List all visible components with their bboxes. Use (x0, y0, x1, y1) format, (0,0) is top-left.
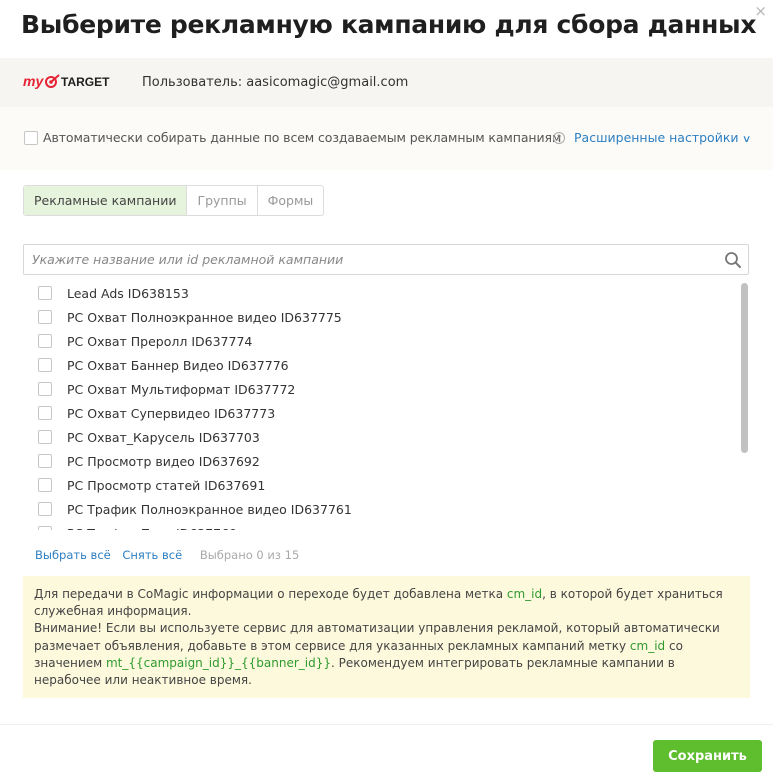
close-icon[interactable]: × (754, 2, 767, 20)
tab-campaigns[interactable]: Рекламные кампании (24, 186, 187, 215)
dialog-title: Выберите рекламную кампанию для сбора да… (21, 10, 757, 39)
advanced-settings-label: Расширенные настройки (574, 130, 739, 145)
notice-text: Для передачи в CoMagic информации о пере… (34, 587, 507, 601)
scrollbar-thumb[interactable] (741, 283, 748, 453)
entity-tabs: Рекламные кампании Группы Формы (23, 185, 325, 216)
notice-code: cm_id (506, 587, 543, 601)
campaign-label[interactable]: PC Трафик Полноэкранное видео ID637761 (67, 502, 352, 517)
footer-divider (0, 724, 773, 725)
campaign-label[interactable]: PC Охват Мультиформат ID637772 (67, 382, 295, 397)
mytarget-logo: my TARGET (23, 73, 110, 89)
campaign-checkbox[interactable] (38, 334, 52, 348)
deselect-all-link[interactable]: Снять всё (122, 548, 182, 562)
info-notice: Для передачи в CoMagic информации о пере… (23, 576, 750, 698)
auto-collect-row: Автоматически собирать данные по всем со… (0, 107, 773, 170)
selection-counter: Выбрано 0 из 15 (199, 548, 300, 562)
campaign-checkbox[interactable] (38, 502, 52, 516)
list-scrollbar[interactable] (739, 281, 749, 530)
help-icon[interactable]: ? (553, 132, 565, 144)
campaign-checkbox[interactable] (38, 454, 52, 468)
notice-paragraph-1: Для передачи в CoMagic информации о пере… (34, 586, 739, 620)
logo-text: TARGET (61, 75, 110, 89)
notice-text: Внимание! Если вы используете сервис для… (34, 621, 720, 653)
search-icon[interactable] (724, 251, 742, 269)
chevron-down-icon: ∨ (741, 134, 751, 145)
campaign-checkbox[interactable] (38, 382, 52, 396)
search-input[interactable] (24, 245, 712, 274)
user-label: Пользователь: aasicomagic@gmail.com (142, 75, 409, 90)
campaign-checkbox[interactable] (38, 358, 52, 372)
campaign-label[interactable]: PC Охват Баннер Видео ID637776 (67, 358, 289, 373)
tab-groups[interactable]: Группы (186, 186, 256, 215)
tab-forms[interactable]: Формы (256, 186, 324, 215)
bulk-actions: Выбрать всё Снять всё Выбрано 0 из 15 (35, 548, 299, 562)
auto-collect-checkbox[interactable] (24, 131, 38, 145)
auto-collect-label[interactable]: Автоматически собирать данные по всем со… (43, 130, 561, 145)
campaign-label[interactable]: PC Охват Супервидео ID637773 (67, 406, 275, 421)
campaign-checkbox[interactable] (38, 526, 52, 530)
campaign-checkbox[interactable] (38, 430, 52, 444)
campaign-label[interactable]: Lead Ads ID638153 (67, 286, 189, 301)
save-button[interactable]: Сохранить (653, 740, 762, 772)
notice-paragraph-2: Внимание! Если вы используете сервис для… (34, 620, 739, 689)
account-bar: my TARGET Пользователь: aasicomagic@gmai… (0, 58, 773, 107)
search-box (23, 244, 749, 275)
campaign-checkbox[interactable] (38, 478, 52, 492)
campaign-checkbox[interactable] (38, 406, 52, 420)
campaign-label[interactable]: PC Трафик Пост ID637760 (67, 526, 237, 530)
campaign-label[interactable]: PC Просмотр видео ID637692 (67, 454, 260, 469)
campaign-label[interactable]: PC Охват Полноэкранное видео ID637775 (67, 310, 342, 325)
campaign-checkbox[interactable] (38, 310, 52, 324)
advanced-settings-link[interactable]: Расширенные настройки ∨ (574, 130, 751, 145)
campaign-list[interactable]: Lead Ads ID638153 PC Охват Полноэкранное … (23, 280, 751, 530)
notice-code: cm_id (629, 638, 666, 653)
select-all-link[interactable]: Выбрать всё (35, 548, 111, 562)
campaign-checkbox[interactable] (38, 286, 52, 300)
logo-prefix: my (23, 73, 44, 89)
notice-code: mt_{{campaign_id}}_{{banner_id}} (105, 655, 331, 670)
campaign-label[interactable]: PC Просмотр статей ID637691 (67, 478, 265, 493)
campaign-label[interactable]: PC Охват Преролл ID637774 (67, 334, 252, 349)
campaign-label[interactable]: PC Охват_Карусель ID637703 (67, 430, 260, 445)
